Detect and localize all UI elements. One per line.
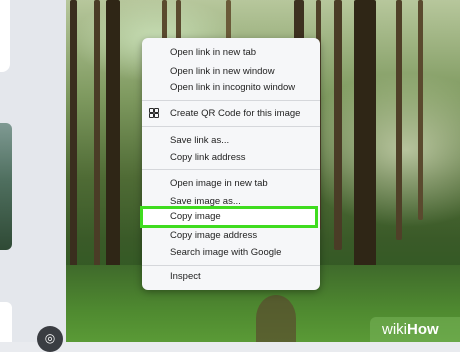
tree-trunk <box>70 0 77 300</box>
menu-item-label: Open image in new tab <box>170 178 268 189</box>
tree-trunk <box>418 0 423 220</box>
lens-icon: ◎ <box>44 331 56 345</box>
context-menu: Open link in new tab Open link in new wi… <box>142 38 320 290</box>
wikihow-logo: wikiHow <box>382 321 439 338</box>
thumbnail-forest-image[interactable] <box>0 123 12 250</box>
menu-item-copy-image[interactable]: Copy image <box>140 206 318 228</box>
tree-trunk <box>106 0 120 270</box>
thumbnail-card[interactable] <box>0 0 10 72</box>
menu-item-open-image-new-tab[interactable]: Open image in new tab <box>142 174 320 193</box>
menu-item-label: Search image with Google <box>170 247 282 258</box>
menu-item-search-image-google[interactable]: Search image with Google <box>142 243 320 262</box>
logo-part2: How <box>407 321 439 338</box>
menu-item-label: Open link in new tab <box>170 47 257 58</box>
menu-item-label: Create QR Code for this image <box>170 108 301 119</box>
lens-button[interactable]: ◎ <box>37 326 63 352</box>
menu-item-open-link-new-tab[interactable]: Open link in new tab <box>142 43 320 62</box>
sidebar-strip: ◎ <box>0 0 66 352</box>
thumbnail-card[interactable] <box>0 302 12 342</box>
menu-separator <box>142 126 320 127</box>
tree-trunk <box>396 0 402 240</box>
menu-separator <box>142 169 320 170</box>
menu-separator <box>142 100 320 101</box>
tree-trunk <box>94 0 100 280</box>
menu-item-label: Open link in incognito window <box>170 82 296 93</box>
menu-item-open-link-incognito[interactable]: Open link in incognito window <box>142 78 320 97</box>
tree-trunk <box>354 0 376 275</box>
menu-item-label: Copy link address <box>170 152 246 163</box>
menu-item-label: Copy image <box>170 211 221 222</box>
menu-item-inspect[interactable]: Inspect <box>142 267 320 286</box>
forest-path <box>256 295 296 342</box>
watermark: wikiHow <box>370 317 460 342</box>
menu-item-create-qr-code[interactable]: Create QR Code for this image <box>142 104 320 123</box>
menu-item-copy-link-address[interactable]: Copy link address <box>142 148 320 167</box>
qr-code-icon <box>149 108 159 118</box>
logo-part1: wiki <box>382 321 407 338</box>
tree-trunk <box>334 0 342 250</box>
menu-separator <box>142 265 320 266</box>
menu-item-label: Inspect <box>170 271 201 282</box>
